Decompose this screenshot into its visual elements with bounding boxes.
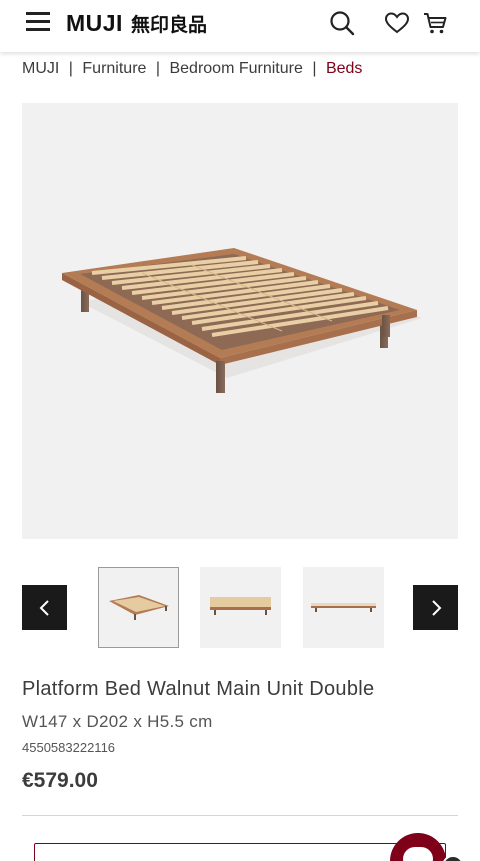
breadcrumb-separator: | xyxy=(68,60,73,77)
thumbnail-bed-side[interactable] xyxy=(303,567,384,648)
product-sku: 4550583222116 xyxy=(22,740,116,755)
product-main-image[interactable] xyxy=(22,103,458,539)
cart-icon[interactable] xyxy=(422,10,448,36)
search-icon[interactable] xyxy=(329,10,355,36)
bed-frame-illustration xyxy=(62,248,422,393)
thumbnail-image xyxy=(311,603,376,612)
product-title: Platform Bed Walnut Main Unit Double xyxy=(22,678,375,700)
thumbnail-bed-front[interactable] xyxy=(200,567,281,648)
breadcrumb-furniture[interactable]: Furniture xyxy=(82,60,146,77)
chat-bubble-icon xyxy=(403,847,433,861)
chat-button[interactable] xyxy=(390,833,446,861)
breadcrumb-beds[interactable]: Beds xyxy=(326,60,362,77)
product-price: €579.00 xyxy=(22,769,98,792)
thumbnail-bed-angle[interactable] xyxy=(98,567,179,648)
heart-icon[interactable] xyxy=(384,10,410,36)
gallery-next-button[interactable] xyxy=(413,585,458,630)
breadcrumb: MUJI | Furniture | Bedroom Furniture | B… xyxy=(22,60,362,78)
site-header: MUJI 無印良品 xyxy=(0,0,480,52)
muji-logo[interactable]: MUJI 無印良品 xyxy=(66,9,207,37)
thumbnail-image xyxy=(210,597,271,615)
add-to-cart-button[interactable] xyxy=(34,843,446,861)
breadcrumb-bedroom-furniture[interactable]: Bedroom Furniture xyxy=(169,60,302,77)
divider xyxy=(22,815,458,816)
breadcrumb-muji[interactable]: MUJI xyxy=(22,60,59,77)
hamburger-menu-icon[interactable] xyxy=(26,12,50,32)
gallery-prev-button[interactable] xyxy=(22,585,67,630)
chevron-right-icon xyxy=(431,599,441,616)
logo-text-en: MUJI xyxy=(66,9,123,36)
chevron-left-icon xyxy=(39,599,49,616)
product-dimensions: W147 x D202 x H5.5 cm xyxy=(22,712,213,731)
breadcrumb-separator: | xyxy=(155,60,161,77)
breadcrumb-separator: | xyxy=(312,60,317,77)
thumbnail-image xyxy=(109,595,169,620)
logo-text-jp: 無印良品 xyxy=(130,13,207,36)
